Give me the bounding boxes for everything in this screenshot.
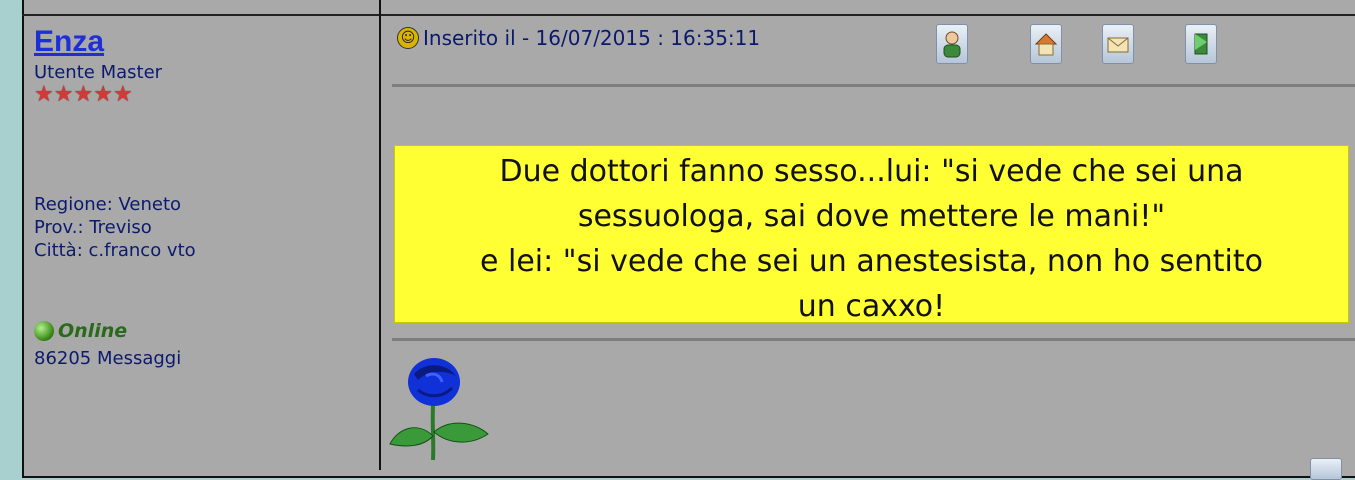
star-icon: ★ xyxy=(73,82,94,107)
author-rank: Utente Master xyxy=(34,62,163,83)
header-row-border xyxy=(22,0,1355,16)
column-divider xyxy=(379,0,381,470)
author-panel: Enza Utente Master ★ ★ ★ ★ ★ xyxy=(34,24,364,106)
post-separator-bottom xyxy=(392,338,1355,341)
profile-icon[interactable] xyxy=(936,24,968,64)
home-icon[interactable] xyxy=(1030,24,1062,64)
bookmark-icon[interactable] xyxy=(1185,24,1217,64)
rank-stars: ★ ★ ★ ★ ★ xyxy=(34,84,364,106)
post-line: un caxxo! xyxy=(797,289,946,324)
star-icon: ★ xyxy=(34,82,54,107)
message-count: 86205 Messaggi xyxy=(34,348,182,369)
post-header: ☺ Inserito il - 16/07/2015 : 16:35:11 xyxy=(397,26,760,50)
author-status: Online 86205 Messaggi xyxy=(34,320,181,369)
star-icon: ★ xyxy=(112,82,133,107)
blue-rose-signature xyxy=(389,358,489,461)
posted-date: Inserito il - 16/07/2015 : 16:35:11 xyxy=(423,26,761,50)
author-province: Prov.: Treviso xyxy=(34,217,152,238)
post-line: sessuologa, sai dove mettere le mani!" xyxy=(577,199,1166,234)
author-city: Città: c.franco vto xyxy=(34,240,196,261)
edit-icon[interactable] xyxy=(1310,458,1342,480)
online-dot-icon xyxy=(34,321,54,341)
smiley-icon: ☺ xyxy=(397,27,419,49)
post-separator-top xyxy=(392,84,1355,87)
post-body: Due dottori fanno sesso...lui: "si vede … xyxy=(395,146,1348,324)
post-line: Due dottori fanno sesso...lui: "si vede … xyxy=(499,154,1244,189)
author-name-link[interactable]: Enza xyxy=(34,24,364,60)
star-icon: ★ xyxy=(53,82,74,107)
star-icon: ★ xyxy=(93,82,113,107)
email-icon[interactable] xyxy=(1102,24,1134,64)
post-line: e lei: "si vede che sei un anestesista, … xyxy=(480,244,1263,279)
author-location: Regione: Veneto Prov.: Treviso Città: c.… xyxy=(34,193,196,262)
author-region: Regione: Veneto xyxy=(34,194,182,215)
online-status: Online xyxy=(34,320,181,342)
online-label: Online xyxy=(58,320,128,342)
